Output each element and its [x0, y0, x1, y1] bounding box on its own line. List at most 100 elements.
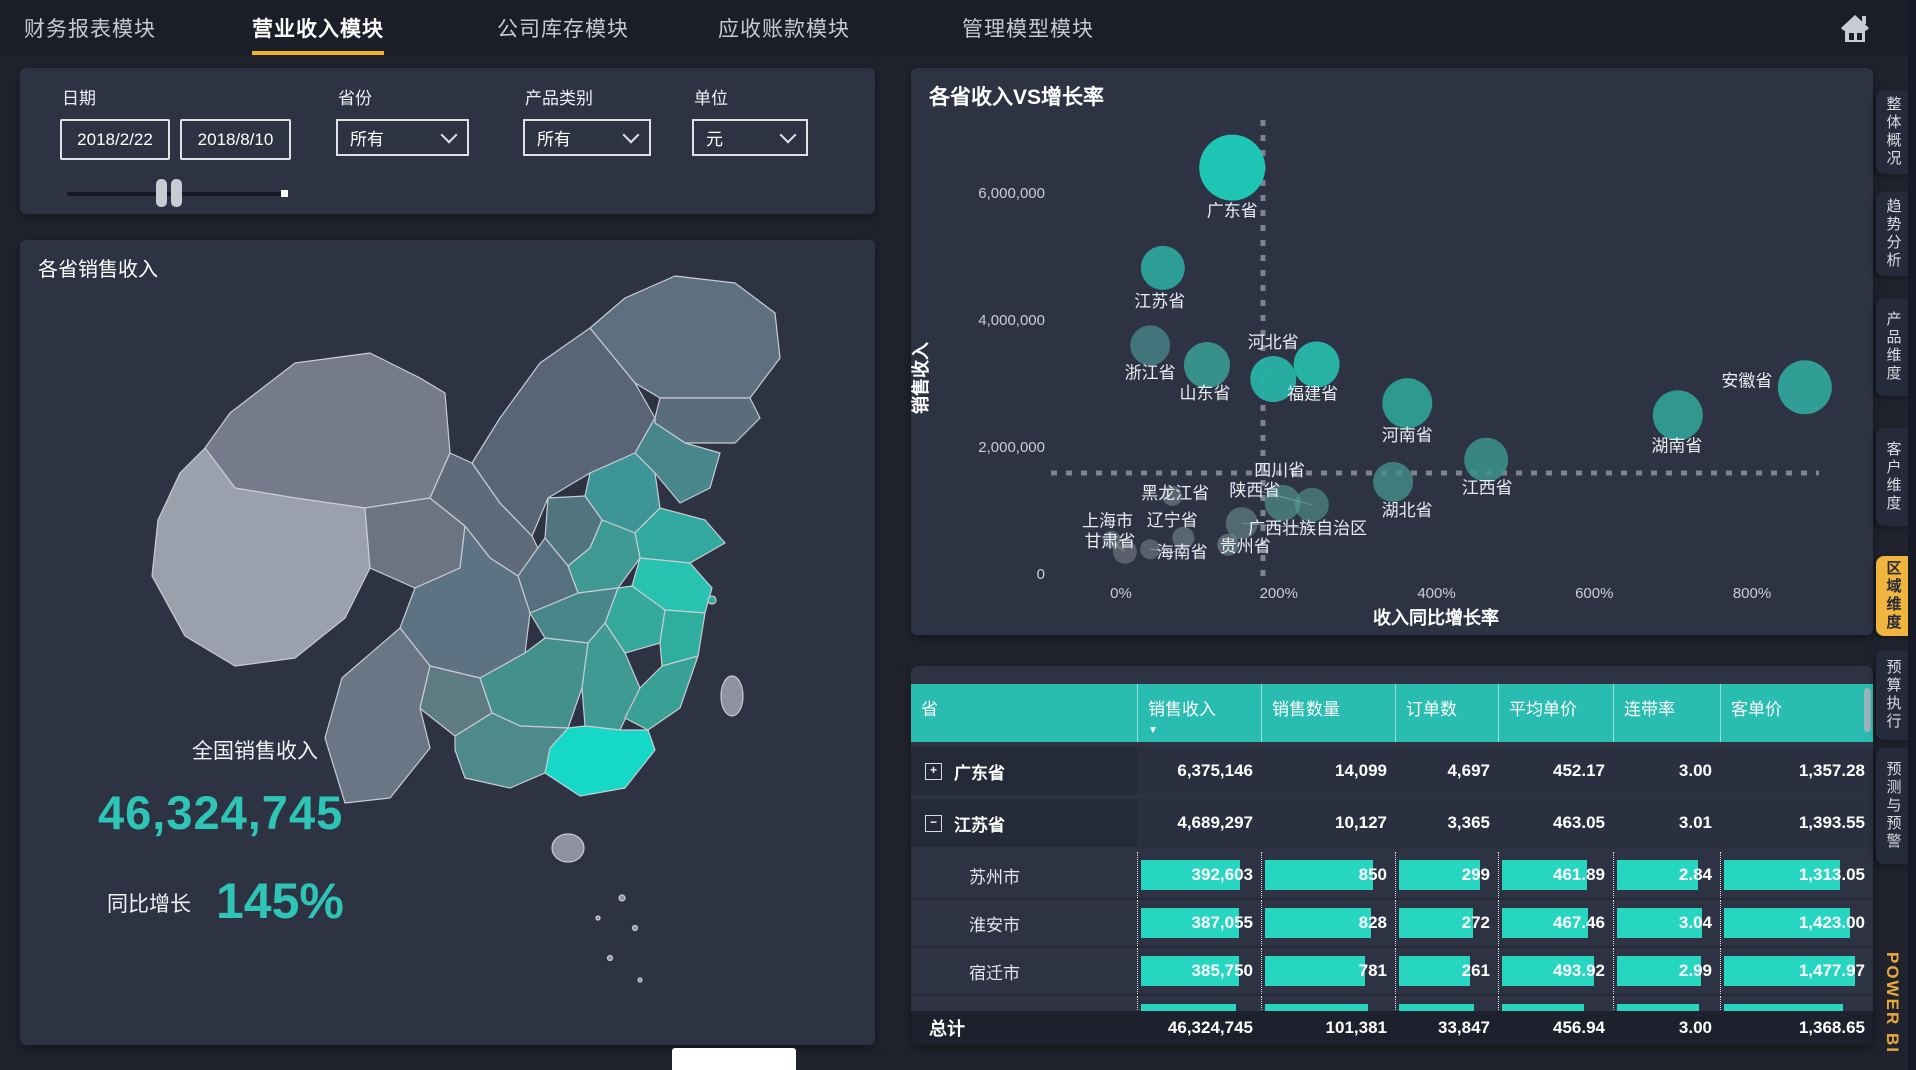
province-dropdown[interactable]: 所有 [336, 119, 469, 156]
y-tick: 2,000,000 [978, 439, 1045, 456]
table-row-广东省[interactable]: +广东省6,375,14614,0994,697452.173.001,357.… [911, 747, 1873, 795]
table-cell: 3.00 [1613, 747, 1720, 795]
cell-value: 14,099 [1335, 761, 1387, 781]
scatter-bubble-label: 江西省 [1462, 479, 1513, 498]
scatter-bubble-10[interactable] [1464, 438, 1508, 482]
date-to-input[interactable]: 2018/8/10 [180, 119, 291, 160]
total-value: 456.94 [1498, 1011, 1613, 1045]
province-dropdown-value: 所有 [350, 125, 384, 150]
nav-item-4[interactable]: 应收账款模块 [718, 13, 850, 43]
row-name-cell: −江苏省 [911, 799, 1137, 847]
table-cell: 467.46 [1498, 900, 1613, 946]
table-cell: 299 [1395, 852, 1498, 898]
table-cell: 452.17 [1498, 747, 1613, 795]
scatter-bubble-label: 山东省 [1179, 384, 1230, 403]
sidebar-tab-4[interactable]: 客户维度 [1876, 428, 1910, 526]
filter-panel: 日期 2018/2/22 2018/8/10 省份 所有 产品类别 所有 单位 … [20, 68, 875, 214]
table-row-苏州市[interactable]: 苏州市392,603850299461.892.841,313.05 [911, 852, 1873, 898]
x-tick: 200% [1260, 585, 1298, 602]
cell-value: 467.46 [1553, 913, 1605, 933]
scatter-bubble-4[interactable] [1184, 342, 1230, 388]
slider-handle-left[interactable] [156, 179, 167, 207]
scatter-bubble-9[interactable] [1778, 360, 1832, 414]
row-label: 江苏省 [954, 811, 1005, 836]
collapse-icon[interactable]: − [925, 815, 942, 832]
national-sales-value: 46,324,745 [98, 785, 343, 840]
scatter-bubble-label: 四川省 [1254, 461, 1305, 480]
y-axis-title: 销售收入 [911, 342, 931, 414]
scatter-bubble-label: 安徽省 [1721, 371, 1772, 390]
sidebar-tab-5[interactable]: 区域维度 [1876, 556, 1910, 636]
scatter-bubble-label: 贵州省 [1220, 537, 1271, 556]
scatter-chart: 销售收入 收入同比增长率 0%200%400%600%800%6,000,000… [911, 68, 1873, 635]
table-cell: 10,127 [1261, 799, 1395, 847]
scatter-bubble-label: 湖南省 [1651, 436, 1702, 455]
cell-value: 828 [1359, 913, 1387, 933]
sidebar-tab-7[interactable]: 预测与预警 [1876, 748, 1910, 864]
scatter-bubble-13[interactable] [1295, 488, 1329, 522]
table-cell: 3.01 [1613, 799, 1720, 847]
cell-value: 1,393.55 [1799, 813, 1865, 833]
cell-value: 4,689,297 [1177, 813, 1253, 833]
table-cell: 493.92 [1498, 948, 1613, 994]
scatter-bubble-label: 辽宁省 [1147, 511, 1198, 530]
cell-value: 461.89 [1553, 865, 1605, 885]
chevron-down-icon [780, 127, 797, 144]
expand-icon[interactable]: + [925, 763, 942, 780]
x-tick: 400% [1417, 585, 1455, 602]
cell-value: 3.04 [1679, 913, 1712, 933]
scatter-bubble-6[interactable] [1294, 341, 1340, 387]
cell-value: 4,697 [1447, 761, 1490, 781]
table-row-江苏省[interactable]: −江苏省4,689,29710,1273,365463.053.011,393.… [911, 799, 1873, 847]
sidebar-tab-2[interactable]: 趋势分析 [1876, 192, 1910, 276]
unit-dropdown[interactable]: 元 [692, 119, 808, 156]
scatter-bubble-label: 甘肃省 [1084, 532, 1135, 551]
table-cell: 1,393.55 [1720, 799, 1873, 847]
yoy-growth-value: 145% [216, 872, 344, 930]
map-panel: 各省销售收入 [20, 240, 875, 1045]
cell-value: 261 [1462, 961, 1490, 981]
scatter-bubble-11[interactable] [1373, 462, 1413, 502]
scatter-bubble-1[interactable] [1199, 135, 1265, 201]
cell-value: 850 [1359, 865, 1387, 885]
nav-item-2[interactable]: 营业收入模块 [252, 13, 384, 55]
dashboard: 财务报表模块 营业收入模块 公司库存模块 应收账款模块 管理模型模块 日期 2018/2… [0, 0, 1916, 1070]
nav-item-3[interactable]: 公司库存模块 [497, 13, 629, 43]
powerbi-brand: POWER BI [1882, 952, 1902, 1054]
cell-value: 3,365 [1447, 813, 1490, 833]
home-icon[interactable] [1838, 12, 1872, 44]
nav-item-1[interactable]: 财务报表模块 [24, 13, 156, 43]
top-nav: 财务报表模块 营业收入模块 公司库存模块 应收账款模块 管理模型模块 [0, 0, 1916, 55]
scatter-bubble-8[interactable] [1653, 390, 1703, 440]
unit-dropdown-value: 元 [706, 125, 723, 150]
x-tick: 600% [1575, 585, 1613, 602]
cell-value: 1,423.00 [1799, 913, 1865, 933]
category-dropdown[interactable]: 所有 [523, 119, 651, 156]
sidebar-tab-6[interactable]: 预算执行 [1876, 650, 1910, 740]
slider-handle-right[interactable] [171, 179, 182, 207]
scatter-bubble-7[interactable] [1382, 378, 1432, 428]
table-cell: 14,099 [1261, 747, 1395, 795]
sidebar-tab-1[interactable]: 整体概况 [1876, 90, 1910, 174]
x-tick: 800% [1733, 585, 1771, 602]
total-value: 1,368.65 [1720, 1011, 1873, 1045]
sidebar-tab-3[interactable]: 产品维度 [1876, 298, 1910, 396]
scatter-bubble-label: 陕西省 [1229, 481, 1280, 500]
scatter-bubble-2[interactable] [1141, 246, 1185, 290]
scatter-bubble-label: 浙江省 [1125, 363, 1176, 382]
table-row-宿迁市[interactable]: 宿迁市385,750781261493.922.991,477.97 [911, 948, 1873, 994]
scatter-bubble-label: 福建省 [1287, 384, 1338, 403]
table-cell: 261 [1395, 948, 1498, 994]
table-scrollbar[interactable] [1864, 688, 1871, 732]
nav-item-5[interactable]: 管理模型模块 [962, 13, 1094, 43]
cell-value: 781 [1359, 961, 1387, 981]
table-row-淮安市[interactable]: 淮安市387,055828272467.463.041,423.00 [911, 900, 1873, 946]
scatter-bubble-3[interactable] [1130, 325, 1170, 365]
table-cell: 1,357.28 [1720, 747, 1873, 795]
x-axis-title: 收入同比增长率 [1373, 607, 1499, 628]
table-cell: 4,689,297 [1137, 799, 1261, 847]
scatter-bubble-label: 广东省 [1207, 202, 1258, 221]
province-filter-label: 省份 [338, 84, 372, 109]
date-from-input[interactable]: 2018/2/22 [60, 119, 170, 160]
scatter-bubble-label: 广西壮族自治区 [1248, 519, 1367, 538]
